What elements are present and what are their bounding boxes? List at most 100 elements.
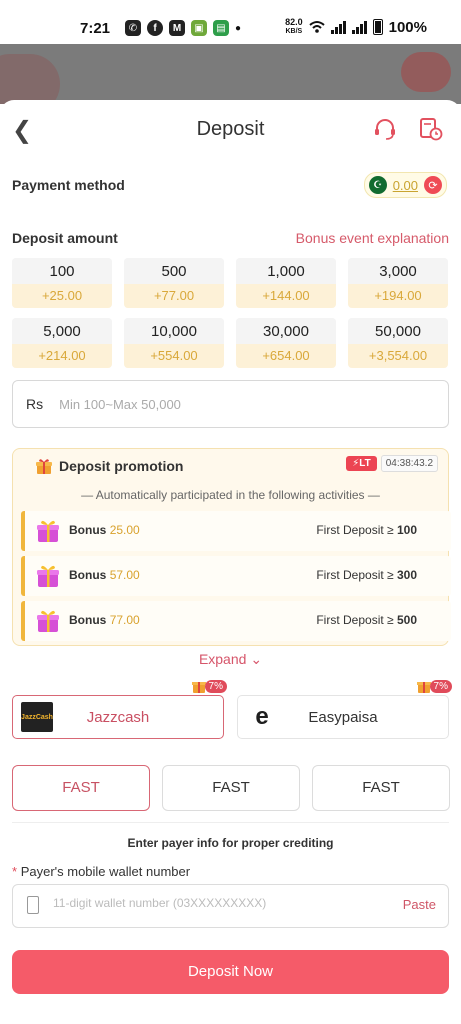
channel-bonus-badge: 7% (416, 678, 452, 694)
amount-option[interactable]: 100 +25.00 (12, 258, 112, 308)
header: ❮ Deposit (0, 100, 461, 160)
amount-value: 1,000 (236, 258, 336, 284)
amount-option[interactable]: 50,000 +3,554.00 (348, 318, 448, 368)
wifi-icon (308, 21, 325, 33)
amount-option[interactable]: 5,000 +214.00 (12, 318, 112, 368)
countdown: 04:38:43.2 (380, 455, 438, 472)
promotion-header: Deposit promotion (35, 457, 183, 475)
whatsapp-icon: ✆ (125, 20, 141, 36)
bonus-threshold: 500 (396, 613, 417, 627)
balance-amount: 0.00 (392, 177, 418, 193)
amount-bonus: +554.00 (124, 344, 224, 368)
amount-value: 10,000 (124, 318, 224, 344)
bonus-value: 57.00 (109, 568, 140, 582)
amount-input[interactable] (57, 395, 422, 413)
more-notifications-dot-icon: ● (235, 22, 242, 34)
gmail-icon: M (169, 20, 185, 36)
deposit-history-icon[interactable] (418, 116, 444, 142)
channel-name: Easypaisa (308, 709, 378, 726)
amount-bonus: +25.00 (12, 284, 112, 308)
promotion-item: Bonus 25.00 First Deposit ≥ 100 (21, 511, 451, 551)
pakistan-flag-icon: ☪ (368, 176, 387, 194)
amount-option[interactable]: 500 +77.00 (124, 258, 224, 308)
expand-button[interactable]: Expand ⌄ (0, 651, 461, 668)
status-right: 82.0 KB/S 100% (285, 18, 427, 36)
background-decoration (401, 52, 451, 92)
amount-option[interactable]: 1,000 +144.00 (236, 258, 336, 308)
speed-option[interactable]: FAST (12, 765, 150, 811)
refresh-icon[interactable]: ⟳ (424, 176, 442, 194)
bonus-label-text: Bonus (69, 568, 107, 582)
bonus-condition-text: First Deposit ≥ (316, 568, 394, 582)
required-mark: * (12, 864, 18, 879)
network-speed-unit: KB/S (285, 28, 303, 35)
amount-option[interactable]: 30,000 +654.00 (236, 318, 336, 368)
amount-bonus: +214.00 (12, 344, 112, 368)
promotion-item: Bonus 57.00 First Deposit ≥ 300 (21, 556, 451, 596)
expand-label: Expand (198, 651, 247, 667)
promotion-item: Bonus 77.00 First Deposit ≥ 500 (21, 601, 451, 641)
deposit-sheet: ❮ Deposit Payment method ☪ 0.00 ⟳ Deposi… (0, 100, 461, 1024)
notification-icons: ✆ f M ▣ ▤ ● (125, 20, 241, 36)
amount-value: 30,000 (236, 318, 336, 344)
bonus-event-explanation-link[interactable]: Bonus event explanation (296, 230, 449, 246)
bonus-threshold: 100 (396, 523, 417, 537)
promotion-title: Deposit promotion (59, 458, 184, 474)
payment-method-label: Payment method (12, 177, 125, 193)
wallet-number-box[interactable]: Paste (12, 884, 449, 928)
app-icon: ▤ (213, 20, 229, 36)
bonus-value: 25.00 (109, 523, 140, 537)
bonus-condition: First Deposit ≥ 300 (316, 568, 417, 582)
amount-bonus: +194.00 (348, 284, 448, 308)
gift-box-icon (37, 520, 59, 542)
channel-jazzcash[interactable]: JazzCash Jazzcash 7% (12, 679, 227, 739)
balance-pill[interactable]: ☪ 0.00 ⟳ (363, 172, 447, 198)
battery-icon (372, 19, 383, 35)
bonus-label-text: Bonus (69, 523, 107, 537)
promotion-subtitle: — Automatically participated in the foll… (81, 488, 380, 502)
amount-value: 5,000 (12, 318, 112, 344)
amount-value: 50,000 (348, 318, 448, 344)
status-bar: 7:21 ✆ f M ▣ ▤ ● 82.0 KB/S 100% (0, 0, 461, 44)
deposit-now-button[interactable]: Deposit Now (12, 950, 449, 994)
bonus-condition: First Deposit ≥ 500 (316, 613, 417, 627)
amount-input-box[interactable]: Rs (12, 380, 449, 428)
amount-bonus: +77.00 (124, 284, 224, 308)
limited-time-label: LT (359, 458, 371, 469)
currency-label: Rs (26, 396, 44, 412)
wallet-number-input[interactable] (51, 895, 385, 911)
amount-value: 500 (124, 258, 224, 284)
amount-bonus: +654.00 (236, 344, 336, 368)
bonus-label: Bonus 57.00 (69, 568, 140, 582)
facebook-icon: f (147, 20, 163, 36)
network-speed-value: 82.0 (285, 17, 303, 27)
wallet-number-label-text: Payer's mobile wallet number (20, 864, 191, 879)
signal-icon (330, 20, 346, 34)
chevron-down-icon: ⌄ (250, 651, 263, 667)
signal-2-icon (351, 20, 367, 34)
bonus-label-text: Bonus (69, 613, 107, 627)
battery-level: 100% (388, 18, 427, 36)
bonus-condition-text: First Deposit ≥ (316, 613, 394, 627)
bonus-label: Bonus 25.00 (69, 523, 140, 537)
divider (12, 822, 449, 823)
bonus-condition: First Deposit ≥ 100 (316, 523, 417, 537)
amount-value: 100 (12, 258, 112, 284)
speed-option[interactable]: FAST (162, 765, 300, 811)
amount-options: 100 +25.00 500 +77.00 1,000 +144.00 3,000 +1… (12, 258, 449, 368)
game-app-icon: ▣ (191, 20, 207, 36)
speed-option[interactable]: FAST (312, 765, 450, 811)
gift-box-icon (37, 565, 59, 587)
gift-icon (36, 459, 52, 474)
amount-bonus: +144.00 (236, 284, 336, 308)
amount-option[interactable]: 3,000 +194.00 (348, 258, 448, 308)
paste-button[interactable]: Paste (403, 897, 436, 912)
channel-easypaisa[interactable]: e Easypaisa 7% (237, 679, 452, 739)
background-overlay[interactable] (0, 44, 461, 104)
bonus-value: 77.00 (109, 613, 140, 627)
bonus-label: Bonus 77.00 (69, 613, 140, 627)
amount-option[interactable]: 10,000 +554.00 (124, 318, 224, 368)
bonus-threshold: 300 (396, 568, 417, 582)
wallet-number-label: * Payer's mobile wallet number (12, 864, 190, 879)
customer-service-icon[interactable] (372, 116, 398, 142)
